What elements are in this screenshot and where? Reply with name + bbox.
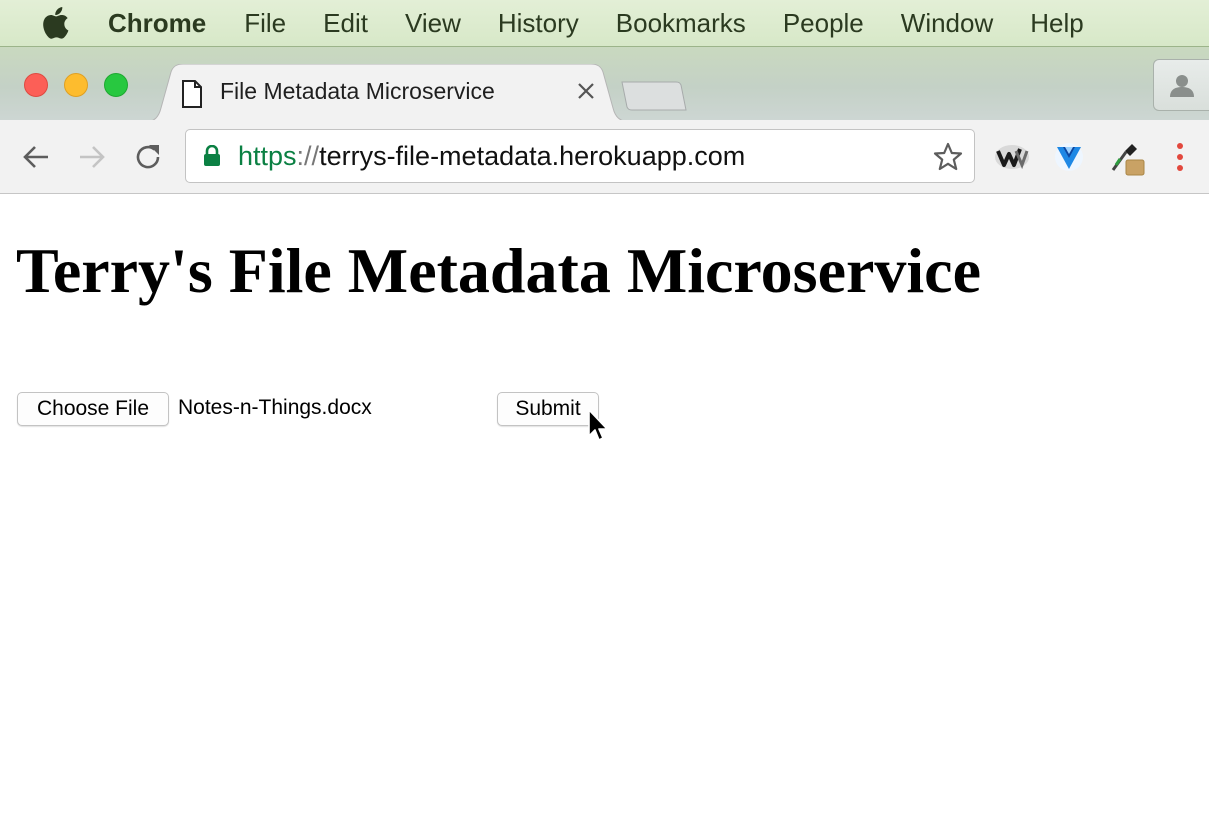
mouse-pointer-icon bbox=[587, 409, 611, 445]
menu-window[interactable]: Window bbox=[901, 8, 993, 39]
menu-app-chrome[interactable]: Chrome bbox=[108, 8, 206, 39]
page-content: Terry's File Metadata Microservice Choos… bbox=[0, 194, 1209, 837]
submit-button[interactable]: Submit bbox=[497, 392, 599, 426]
window-maximize-button[interactable] bbox=[104, 73, 128, 97]
tab-strip: File Metadata Microservice bbox=[0, 46, 1209, 122]
back-arrow-icon[interactable] bbox=[20, 141, 52, 173]
menu-help[interactable]: Help bbox=[1030, 8, 1083, 39]
tab-title: File Metadata Microservice bbox=[220, 78, 495, 104]
choose-file-button[interactable]: Choose File bbox=[17, 392, 169, 426]
bookmark-star-icon[interactable] bbox=[932, 141, 964, 173]
vue-devtools-extension-icon[interactable] bbox=[1050, 138, 1088, 176]
address-bar[interactable]: https://terrys-file-metadata.herokuapp.c… bbox=[185, 129, 975, 183]
menu-dot bbox=[1177, 165, 1183, 171]
url-scheme: https bbox=[238, 141, 297, 171]
apple-logo-icon[interactable] bbox=[40, 6, 70, 40]
url-host: terrys-file-metadata.herokuapp.com bbox=[319, 141, 746, 171]
url-separator: :// bbox=[296, 141, 320, 171]
chrome-menu-icon[interactable] bbox=[1168, 140, 1192, 174]
tab-close-icon[interactable] bbox=[575, 80, 597, 102]
menu-bookmarks[interactable]: Bookmarks bbox=[616, 8, 746, 39]
eyedropper-extension-icon[interactable] bbox=[1108, 138, 1146, 176]
menu-dot bbox=[1177, 154, 1183, 160]
menu-view[interactable]: View bbox=[405, 8, 461, 39]
profile-icon[interactable] bbox=[1153, 59, 1209, 111]
url-text[interactable]: https://terrys-file-metadata.herokuapp.c… bbox=[238, 141, 745, 172]
new-tab-button[interactable] bbox=[620, 80, 688, 112]
browser-toolbar: https://terrys-file-metadata.herokuapp.c… bbox=[0, 120, 1209, 194]
selected-file-name: Notes-n-Things.docx bbox=[178, 396, 372, 419]
tab-file-metadata[interactable]: File Metadata Microservice bbox=[145, 64, 631, 122]
menu-people[interactable]: People bbox=[783, 8, 864, 39]
window-close-button[interactable] bbox=[24, 73, 48, 97]
lock-icon[interactable] bbox=[203, 144, 221, 167]
reload-icon[interactable] bbox=[132, 141, 164, 173]
menu-file[interactable]: File bbox=[244, 8, 286, 39]
wappalyzer-extension-icon[interactable] bbox=[993, 138, 1031, 176]
document-icon bbox=[181, 80, 203, 108]
forward-arrow-icon[interactable] bbox=[76, 141, 108, 173]
page-title: Terry's File Metadata Microservice bbox=[16, 235, 981, 306]
macos-menu-bar: Chrome File Edit View History Bookmarks … bbox=[0, 0, 1209, 46]
menu-edit[interactable]: Edit bbox=[323, 8, 368, 39]
menu-dot bbox=[1177, 143, 1183, 149]
window-minimize-button[interactable] bbox=[64, 73, 88, 97]
menu-history[interactable]: History bbox=[498, 8, 579, 39]
